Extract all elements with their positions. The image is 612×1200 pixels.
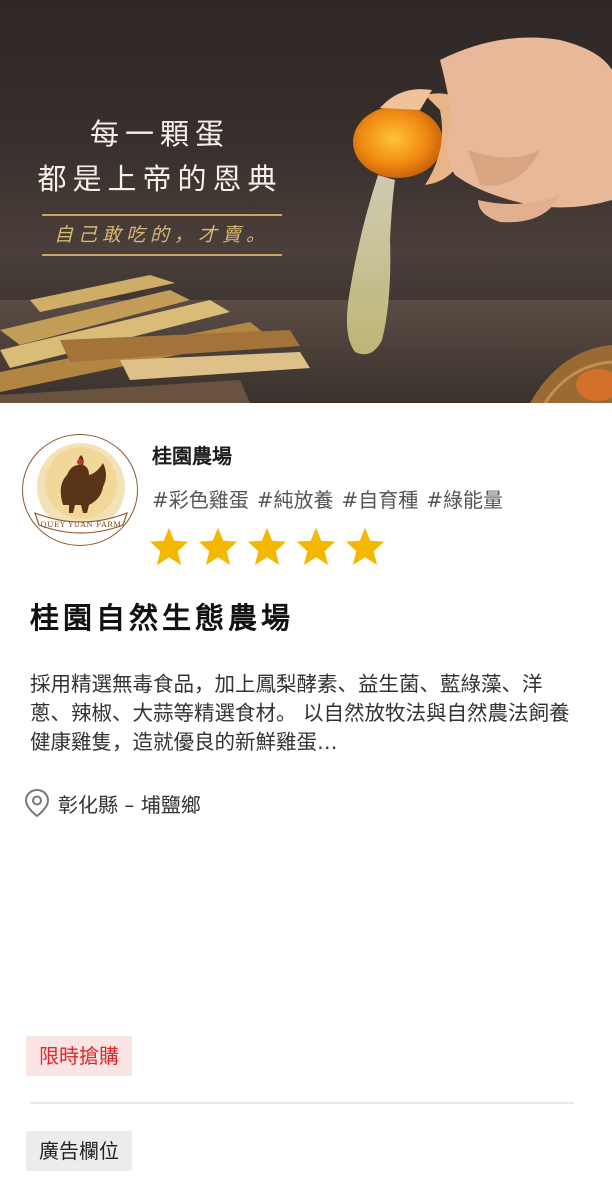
ad-slot-badge[interactable]: 廣告欄位 — [26, 1131, 132, 1171]
farm-detail-page: 每一顆蛋 都是上帝的恩典 自己敢吃的，才賣。 QUEY YUAN FARM 桂園… — [0, 0, 612, 1200]
rooster-logo-icon: QUEY YUAN FARM — [34, 443, 128, 534]
logo-ribbon-text: QUEY YUAN FARM — [41, 520, 122, 529]
star-icon — [247, 527, 287, 566]
farm-logo[interactable]: QUEY YUAN FARM — [22, 434, 138, 546]
flash-sale-badge[interactable]: 限時搶購 — [26, 1036, 132, 1076]
divider — [30, 1102, 574, 1104]
farm-title: 桂園自然生態農場 — [30, 601, 295, 635]
hero-photo — [0, 37, 612, 403]
farm-location[interactable]: 彰化縣 – 埔鹽鄉 — [24, 788, 201, 818]
tag-item[interactable]: #自育種 — [342, 488, 419, 512]
star-icon — [198, 527, 238, 566]
star-icon — [149, 527, 189, 566]
farm-short-name: 桂園農場 — [152, 444, 232, 468]
farm-tags: #彩色雞蛋 #純放養 #自育種 #綠能量 — [152, 484, 511, 513]
location-text: 彰化縣 – 埔鹽鄉 — [58, 792, 201, 817]
farm-description: 採用精選無毒食品，加上鳳梨酵素、益生菌、藍綠藻、洋蔥、辣椒、大蒜等精選食材。 以… — [30, 672, 570, 754]
tag-item[interactable]: #綠能量 — [426, 488, 503, 512]
star-icon — [296, 527, 336, 566]
hero-signature: 自己敢吃的，才賣。 — [42, 214, 282, 256]
hero-tagline-line1: 每一顆蛋 — [89, 117, 230, 151]
map-pin-icon — [24, 788, 50, 818]
rating-stars — [148, 526, 386, 566]
tag-item[interactable]: #純放養 — [257, 488, 334, 512]
hero-tagline-line2: 都是上帝的恩典 — [37, 162, 283, 196]
star-icon — [345, 527, 385, 566]
hero-banner: 每一顆蛋 都是上帝的恩典 自己敢吃的，才賣。 — [0, 0, 612, 403]
tag-item[interactable]: #彩色雞蛋 — [152, 488, 249, 512]
